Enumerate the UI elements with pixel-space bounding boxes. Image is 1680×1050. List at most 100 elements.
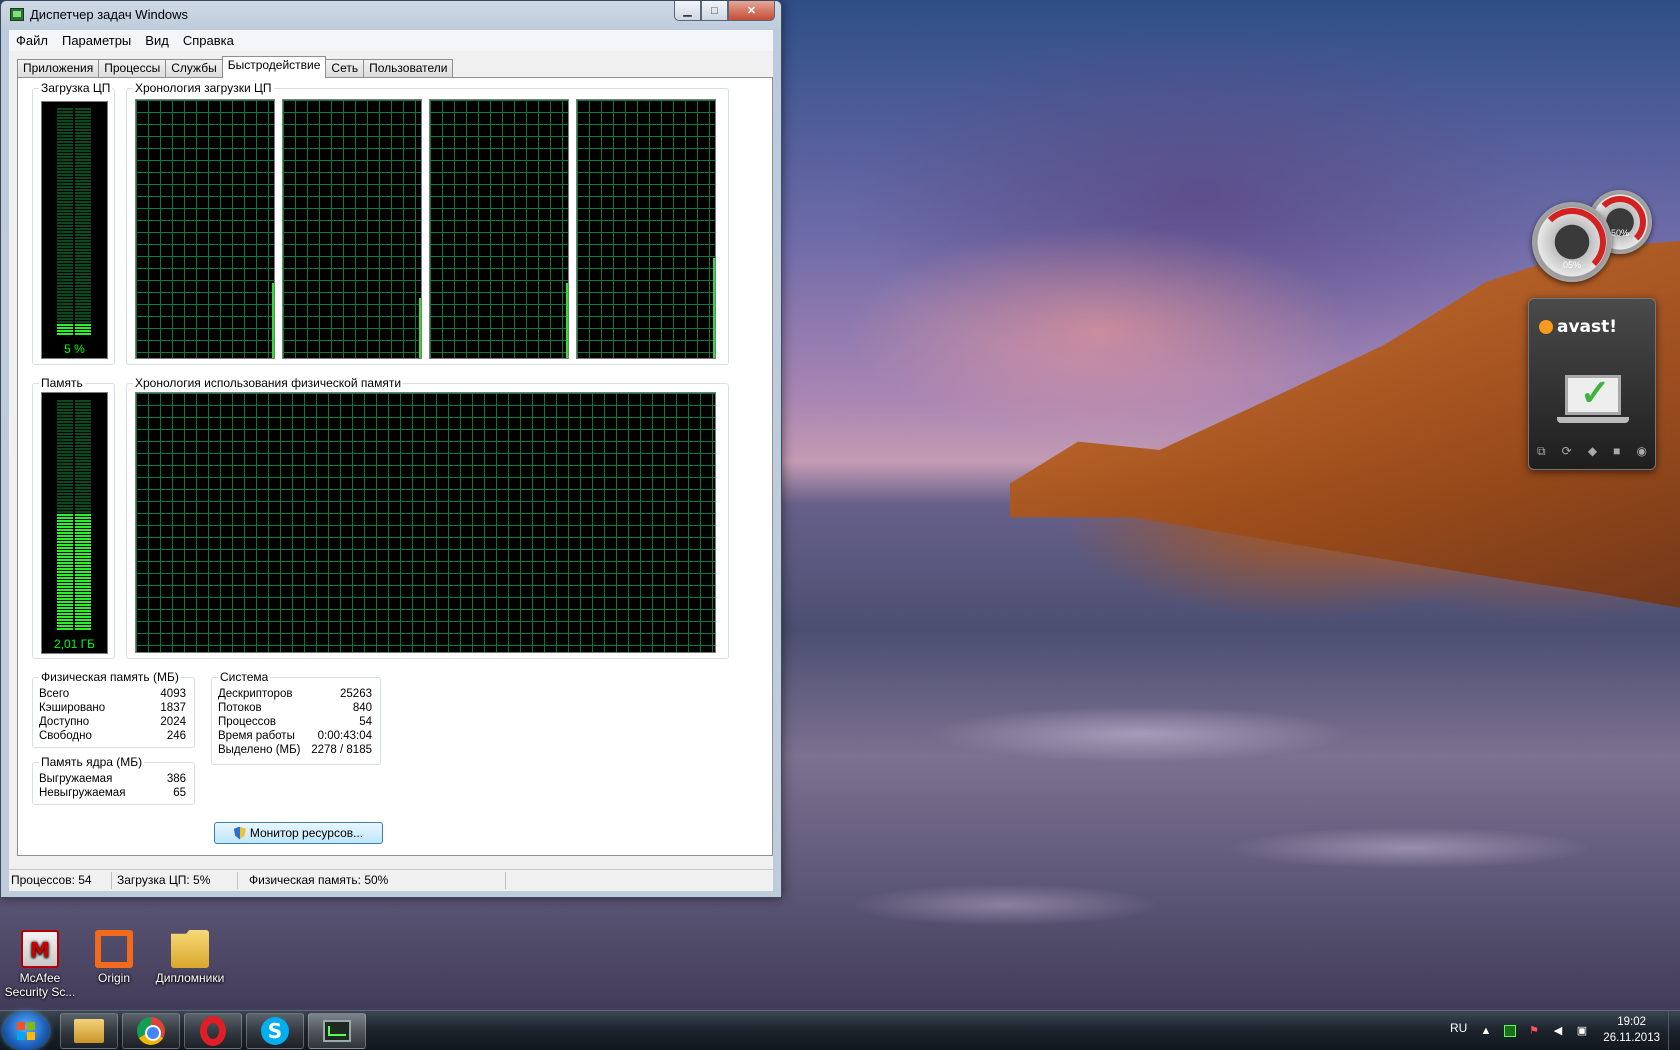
meter-segment: [57, 532, 73, 534]
task-manager-window: Диспетчер задач Windows ▁ □ ✕ Файл Парам…: [0, 0, 782, 898]
taskbar-chrome[interactable]: [122, 1013, 180, 1049]
meter-segment: [75, 294, 91, 296]
show-hidden-icons[interactable]: ▲: [1480, 1025, 1492, 1037]
clock[interactable]: 19:02 26.11.2013: [1603, 1014, 1660, 1046]
meter-segment: [75, 243, 91, 245]
stat-value: 2024: [160, 716, 186, 728]
status-divider: [237, 872, 238, 889]
meter-segment: [57, 472, 73, 474]
desktop-icon-label: McAfee Security Sc...: [4, 971, 76, 999]
meter-segment: [57, 484, 73, 486]
tab-services[interactable]: Службы: [165, 59, 223, 77]
meter-segment: [75, 457, 91, 459]
meter-segment: [75, 186, 91, 188]
show-desktop-button[interactable]: [1668, 1011, 1680, 1050]
meter-segment: [57, 159, 73, 161]
cpu-meter-gadget-large[interactable]: 05%: [1532, 202, 1612, 282]
start-button[interactable]: [3, 1012, 49, 1050]
meter-segment: [57, 616, 73, 618]
meter-segment: [57, 252, 73, 254]
popout-icon[interactable]: ⧉: [1537, 444, 1546, 459]
stat-value: 386: [166, 773, 186, 785]
meter-segment: [57, 547, 73, 549]
close-button[interactable]: ✕: [728, 1, 775, 21]
meter-segment: [57, 481, 73, 483]
taskbar-task-manager[interactable]: [308, 1013, 366, 1049]
meter-segment: [75, 330, 91, 332]
taskbar-opera[interactable]: [184, 1013, 242, 1049]
tab-applications[interactable]: Приложения: [17, 59, 100, 77]
meter-segment: [57, 177, 73, 179]
memory-history-title: Хронология использования физической памя…: [133, 376, 404, 390]
cpu-history-graph-core-4: [576, 99, 716, 359]
laptop-base-icon: [1557, 417, 1629, 423]
refresh-icon[interactable]: ⟳: [1562, 444, 1572, 459]
meter-segment: [57, 276, 73, 278]
resource-monitor-button[interactable]: Монитор ресурсов...: [214, 822, 383, 844]
meter-segment: [57, 120, 73, 122]
volume-icon[interactable]: ◀: [1552, 1025, 1564, 1037]
minimize-button[interactable]: ▁: [674, 1, 701, 21]
tab-processes[interactable]: Процессы: [98, 59, 167, 77]
maximize-button[interactable]: □: [701, 1, 728, 21]
meter-segment: [75, 451, 91, 453]
status-divider: [505, 872, 506, 889]
meter-segment: [57, 243, 73, 245]
task-manager-tray-icon[interactable]: [1504, 1025, 1516, 1037]
meter-segment: [57, 321, 73, 323]
meter-segment: [57, 574, 73, 576]
desktop-icon-mcafee[interactable]: McAfee Security Sc...: [0, 930, 80, 999]
meter-segment: [75, 415, 91, 417]
menu-options[interactable]: Параметры: [62, 33, 131, 48]
action-center-icon[interactable]: ⚑: [1528, 1025, 1540, 1037]
meter-segment: [57, 529, 73, 531]
title-bar[interactable]: Диспетчер задач Windows ▁ □ ✕: [1, 1, 781, 29]
meter-segment: [57, 478, 73, 480]
rss-icon[interactable]: ◉: [1637, 444, 1647, 459]
uac-shield-icon: [233, 826, 246, 840]
meter-segment: [57, 306, 73, 308]
taskbar-explorer[interactable]: [60, 1013, 118, 1049]
facebook-icon[interactable]: ■: [1613, 444, 1620, 459]
avast-gadget[interactable]: avast! ⧉ ⟳ ◆ ■ ◉: [1528, 298, 1656, 470]
meter-segment: [75, 610, 91, 612]
tab-users[interactable]: Пользователи: [363, 59, 454, 77]
stat-value: 2278 / 8185: [311, 744, 372, 756]
cpu-history-graph-core-3: [429, 99, 569, 359]
meter-segment: [57, 312, 73, 314]
meter-segment: [57, 108, 73, 110]
desktop-icon-diplomniki[interactable]: Дипломники: [150, 930, 230, 985]
meter-segment: [57, 216, 73, 218]
menu-file[interactable]: Файл: [16, 33, 48, 48]
taskbar-skype[interactable]: S: [246, 1013, 304, 1049]
meter-segment: [57, 559, 73, 561]
meter-segment: [75, 240, 91, 242]
mcafee-icon: [21, 930, 59, 968]
desktop-icon-origin[interactable]: Origin: [74, 930, 154, 985]
status-bar: Процессов: 54 Загрузка ЦП: 5% Физическая…: [9, 869, 773, 891]
menu-help[interactable]: Справка: [183, 33, 234, 48]
meter-segment: [75, 553, 91, 555]
meter-segment: [75, 547, 91, 549]
meter-segment: [57, 589, 73, 591]
meter-segment: [57, 279, 73, 281]
twitter-icon[interactable]: ◆: [1588, 444, 1597, 459]
tab-performance[interactable]: Быстродействие: [221, 56, 327, 78]
meter-segment: [75, 129, 91, 131]
meter-segment: [57, 571, 73, 573]
meter-segment: [57, 147, 73, 149]
menu-view[interactable]: Вид: [145, 33, 169, 48]
network-icon[interactable]: ▣: [1576, 1025, 1588, 1037]
meter-segment: [57, 520, 73, 522]
meter-segment: [75, 150, 91, 152]
cpu-usage-title: Загрузка ЦП: [39, 81, 113, 95]
meter-segment: [57, 210, 73, 212]
meter-segment: [57, 264, 73, 266]
meter-segment: [75, 219, 91, 221]
meter-segment: [75, 147, 91, 149]
stat-value: 25263: [340, 688, 372, 700]
meter-segment: [75, 481, 91, 483]
tab-network[interactable]: Сеть: [325, 59, 365, 77]
language-indicator[interactable]: RU: [1450, 1021, 1467, 1035]
meter-segment: [57, 183, 73, 185]
